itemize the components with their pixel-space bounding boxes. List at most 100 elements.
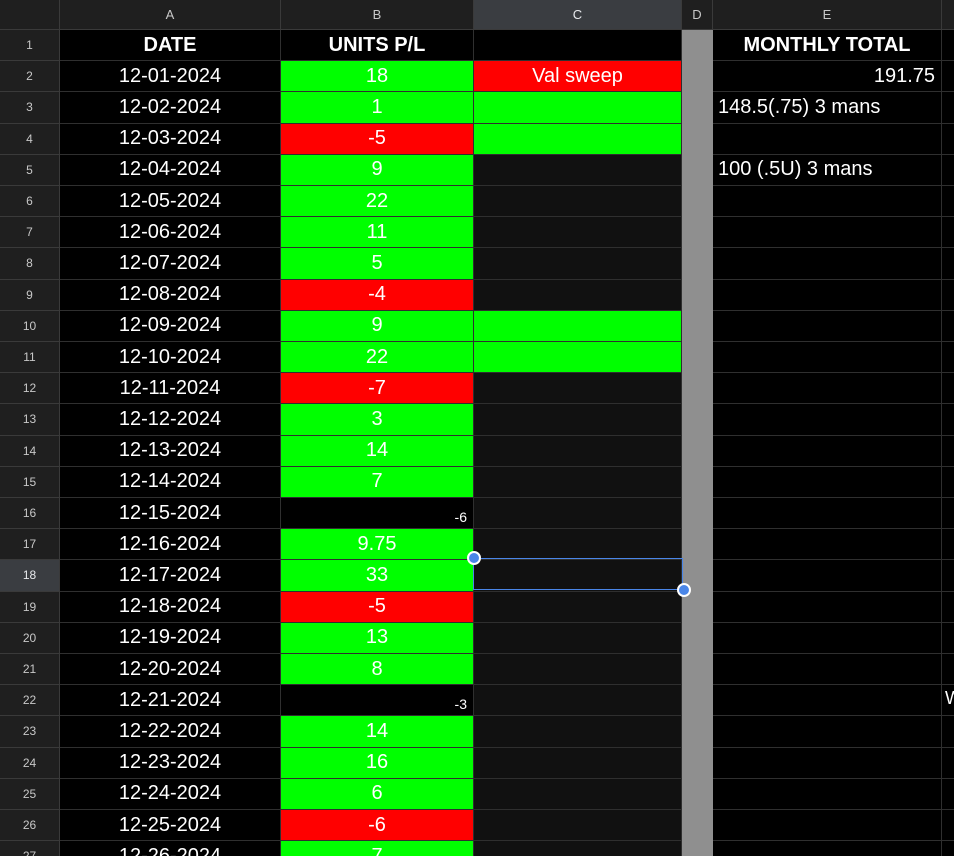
notes-cell[interactable] bbox=[474, 560, 682, 592]
f-cell[interactable] bbox=[942, 61, 954, 93]
date-cell[interactable]: 12-24-2024 bbox=[60, 778, 281, 810]
monthly-total-cell[interactable] bbox=[713, 123, 942, 155]
date-cell[interactable]: 12-05-2024 bbox=[60, 186, 281, 218]
monthly-total-cell[interactable] bbox=[713, 186, 942, 218]
notes-cell[interactable] bbox=[474, 466, 682, 498]
row-header-15[interactable]: 15 bbox=[0, 466, 60, 498]
units-cell[interactable]: 5 bbox=[281, 248, 474, 280]
monthly-total-cell[interactable] bbox=[713, 654, 942, 686]
monthly-total-cell[interactable]: 191.75 bbox=[713, 61, 942, 93]
notes-cell[interactable]: Val sweep bbox=[474, 61, 682, 93]
column-header-d[interactable]: D bbox=[682, 0, 713, 30]
selection-handle-bottom-right[interactable] bbox=[677, 583, 691, 597]
monthly-total-cell[interactable] bbox=[713, 622, 942, 654]
header-units-cell[interactable]: UNITS P/L bbox=[281, 30, 474, 62]
units-cell[interactable]: -5 bbox=[281, 123, 474, 155]
units-cell[interactable]: -6 bbox=[281, 810, 474, 842]
units-cell[interactable]: -7 bbox=[281, 373, 474, 405]
row-header-24[interactable]: 24 bbox=[0, 747, 60, 779]
notes-cell[interactable] bbox=[474, 342, 682, 374]
notes-cell[interactable] bbox=[474, 716, 682, 748]
notes-cell[interactable] bbox=[474, 373, 682, 405]
date-cell[interactable]: 12-17-2024 bbox=[60, 560, 281, 592]
column-header-a[interactable]: A bbox=[60, 0, 281, 30]
monthly-total-cell[interactable] bbox=[713, 404, 942, 436]
row-header-21[interactable]: 21 bbox=[0, 654, 60, 686]
row-header-26[interactable]: 26 bbox=[0, 810, 60, 842]
f-cell[interactable] bbox=[942, 248, 954, 280]
units-cell[interactable]: 22 bbox=[281, 186, 474, 218]
notes-cell[interactable] bbox=[474, 685, 682, 717]
f-cell[interactable] bbox=[942, 342, 954, 374]
monthly-total-cell[interactable]: 100 (.5U) 3 mans bbox=[713, 154, 942, 186]
date-cell[interactable]: 12-25-2024 bbox=[60, 810, 281, 842]
f-cell[interactable] bbox=[942, 498, 954, 530]
notes-cell[interactable] bbox=[474, 622, 682, 654]
date-cell[interactable]: 12-23-2024 bbox=[60, 747, 281, 779]
row-header-8[interactable]: 8 bbox=[0, 248, 60, 280]
row-header-27[interactable]: 27 bbox=[0, 841, 60, 856]
units-cell[interactable]: 14 bbox=[281, 435, 474, 467]
notes-cell[interactable] bbox=[474, 591, 682, 623]
f-cell[interactable] bbox=[942, 217, 954, 249]
date-cell[interactable]: 12-26-2024 bbox=[60, 841, 281, 856]
row-header-9[interactable]: 9 bbox=[0, 279, 60, 311]
monthly-total-cell[interactable] bbox=[713, 747, 942, 779]
row-header-14[interactable]: 14 bbox=[0, 435, 60, 467]
monthly-total-cell[interactable] bbox=[713, 248, 942, 280]
f-cell[interactable] bbox=[942, 92, 954, 124]
row-header-17[interactable]: 17 bbox=[0, 529, 60, 561]
notes-cell[interactable] bbox=[474, 404, 682, 436]
row-header-19[interactable]: 19 bbox=[0, 591, 60, 623]
header-f-cell[interactable] bbox=[942, 30, 954, 62]
select-all-corner[interactable] bbox=[0, 0, 60, 30]
date-cell[interactable]: 12-20-2024 bbox=[60, 654, 281, 686]
row-header-11[interactable]: 11 bbox=[0, 342, 60, 374]
f-cell[interactable] bbox=[942, 622, 954, 654]
date-cell[interactable]: 12-10-2024 bbox=[60, 342, 281, 374]
notes-cell[interactable] bbox=[474, 310, 682, 342]
units-cell[interactable]: 13 bbox=[281, 622, 474, 654]
row-header-5[interactable]: 5 bbox=[0, 154, 60, 186]
date-cell[interactable]: 12-11-2024 bbox=[60, 373, 281, 405]
monthly-total-cell[interactable] bbox=[713, 342, 942, 374]
notes-cell[interactable] bbox=[474, 778, 682, 810]
monthly-total-cell[interactable] bbox=[713, 529, 942, 561]
row-header-22[interactable]: 22 bbox=[0, 685, 60, 717]
f-cell[interactable] bbox=[942, 560, 954, 592]
f-cell[interactable] bbox=[942, 778, 954, 810]
notes-cell[interactable] bbox=[474, 279, 682, 311]
row-header-13[interactable]: 13 bbox=[0, 404, 60, 436]
units-cell[interactable]: 18 bbox=[281, 61, 474, 93]
date-cell[interactable]: 12-01-2024 bbox=[60, 61, 281, 93]
monthly-total-cell[interactable] bbox=[713, 841, 942, 856]
notes-cell[interactable] bbox=[474, 747, 682, 779]
row-header-16[interactable]: 16 bbox=[0, 498, 60, 530]
units-cell[interactable]: 6 bbox=[281, 778, 474, 810]
row-header-6[interactable]: 6 bbox=[0, 186, 60, 218]
f-cell[interactable] bbox=[942, 591, 954, 623]
date-cell[interactable]: 12-14-2024 bbox=[60, 466, 281, 498]
notes-cell[interactable] bbox=[474, 841, 682, 856]
row-header-10[interactable]: 10 bbox=[0, 310, 60, 342]
spreadsheet-grid[interactable]: ABCDE 1 2 3 4 5 6 7 8 9 10 11 12 13 14 15 16 17 18 19 20 21 2… bbox=[0, 0, 954, 856]
row-header-20[interactable]: 20 bbox=[0, 622, 60, 654]
date-cell[interactable]: 12-18-2024 bbox=[60, 591, 281, 623]
monthly-total-cell[interactable] bbox=[713, 310, 942, 342]
f-cell[interactable] bbox=[942, 529, 954, 561]
units-cell[interactable]: 14 bbox=[281, 716, 474, 748]
f-cell[interactable] bbox=[942, 466, 954, 498]
monthly-total-cell[interactable] bbox=[713, 435, 942, 467]
f-cell[interactable] bbox=[942, 716, 954, 748]
f-cell[interactable] bbox=[942, 404, 954, 436]
column-header-b[interactable]: B bbox=[281, 0, 474, 30]
units-cell[interactable]: 9 bbox=[281, 154, 474, 186]
f-cell[interactable] bbox=[942, 186, 954, 218]
notes-cell[interactable] bbox=[474, 654, 682, 686]
units-cell[interactable]: 7 bbox=[281, 841, 474, 856]
f-cell[interactable] bbox=[942, 373, 954, 405]
notes-cell[interactable] bbox=[474, 435, 682, 467]
row-header-12[interactable]: 12 bbox=[0, 373, 60, 405]
units-cell[interactable]: 8 bbox=[281, 654, 474, 686]
f-cell[interactable] bbox=[942, 310, 954, 342]
